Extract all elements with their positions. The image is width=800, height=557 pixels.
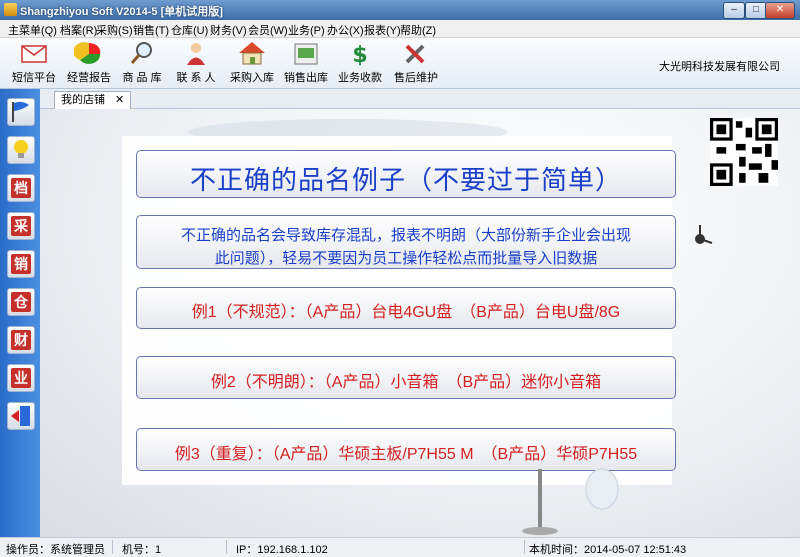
menu-finance[interactable]: 财务(V) bbox=[210, 22, 247, 38]
menu-office[interactable]: 办公(X) bbox=[327, 22, 364, 38]
toolbar-label: 经营报告 bbox=[67, 72, 111, 84]
status-divider bbox=[226, 540, 227, 554]
dollar-icon: $ bbox=[352, 43, 367, 67]
cash-icon bbox=[294, 43, 318, 65]
menu-main[interactable]: 主菜单(Q) bbox=[8, 22, 57, 38]
close-button[interactable]: ✕ bbox=[765, 2, 795, 19]
toolbar: 短信平台 经营报告 商 品 库 联 系 人 采购入库 销售出库 $ 业务收款 售… bbox=[0, 38, 800, 89]
toolbar-products-button[interactable]: 商 品 库 bbox=[114, 40, 170, 85]
status-bar: 操作员：系统管理员 机号：1 IP：192.168.1.102 本机时间：201… bbox=[0, 537, 800, 557]
qr-code-image bbox=[710, 118, 778, 186]
window-title: Shangzhiyou Soft V2014-5 [单机试用版] bbox=[20, 6, 223, 18]
example-2-text: 例2（不明朗）：（A产品）小音箱 （B产品）迷你小音箱 bbox=[210, 374, 602, 391]
sidebar-item-archive[interactable]: 档 bbox=[7, 174, 35, 202]
sidebar-item-business[interactable]: 业 bbox=[7, 364, 35, 392]
menu-member[interactable]: 会员(W) bbox=[248, 22, 288, 38]
status-divider bbox=[112, 540, 113, 554]
toolbar-collection-button[interactable]: $ 业务收款 bbox=[332, 40, 388, 85]
status-operator: 操作员：系统管理员 bbox=[6, 544, 105, 556]
toolbar-purchase-in-button[interactable]: 采购入库 bbox=[224, 40, 280, 85]
toolbar-service-button[interactable]: 售后维护 bbox=[388, 40, 444, 85]
minimize-button[interactable]: – bbox=[723, 2, 745, 19]
title-bar: Shangzhiyou Soft V2014-5 [单机试用版] – □ ✕ bbox=[0, 0, 800, 20]
tools-icon bbox=[405, 44, 425, 64]
example-box-2: 例2（不明朗）：（A产品）小音箱 （B产品）迷你小音箱 bbox=[136, 356, 676, 399]
sales-seal-icon: 销 bbox=[11, 254, 31, 274]
note-box: 不正确的品名会导致库存混乱，报表不明朗（大部份新手企业会出现 此问题），轻易不要… bbox=[136, 215, 676, 269]
page-title: 不正确的品名例子（不要过于简单） bbox=[189, 165, 622, 195]
sidebar-item-finance[interactable]: 财 bbox=[7, 326, 35, 354]
maximize-button[interactable]: □ bbox=[745, 2, 767, 19]
svg-text:$: $ bbox=[352, 43, 367, 67]
flag-icon bbox=[12, 101, 29, 122]
toolbar-label: 短信平台 bbox=[12, 72, 56, 84]
toolbar-label: 商 品 库 bbox=[122, 72, 162, 84]
finance-seal-icon: 财 bbox=[11, 330, 31, 350]
toolbar-sales-out-button[interactable]: 销售出库 bbox=[278, 40, 334, 85]
toolbar-label: 售后维护 bbox=[394, 72, 438, 84]
example-box-1: 例1（不规范）：（A产品）台电4GU盘 （B产品）台电U盘/8G bbox=[136, 287, 676, 329]
purchase-seal-icon: 采 bbox=[11, 216, 31, 236]
tab-close-icon[interactable]: ✕ bbox=[115, 94, 124, 106]
note-line-1: 不正确的品名会导致库存混乱，报表不明朗（大部份新手企业会出现 bbox=[180, 227, 631, 244]
toolbar-label: 业务收款 bbox=[338, 72, 382, 84]
menu-warehouse[interactable]: 仓库(U) bbox=[171, 22, 208, 38]
sidebar-item-sales[interactable]: 销 bbox=[7, 250, 35, 278]
house-icon bbox=[239, 42, 265, 65]
tab-label: 我的店铺 bbox=[61, 94, 105, 106]
status-time: 本机时间：2014-05-07 12:51:43 bbox=[529, 544, 687, 556]
sidebar: 档 采 销 仓 财 业 bbox=[0, 89, 40, 537]
note-line-2: 此问题），轻易不要因为员工操作轻松点而批量导入旧数据 bbox=[214, 250, 598, 267]
toolbar-report-button[interactable]: 经营报告 bbox=[61, 40, 117, 85]
menu-archive[interactable]: 档案(R) bbox=[60, 22, 97, 38]
business-seal-icon: 业 bbox=[11, 368, 31, 388]
warehouse-seal-icon: 仓 bbox=[11, 292, 31, 312]
menu-business[interactable]: 业务(P) bbox=[288, 22, 325, 38]
wall-clock-decoration bbox=[695, 225, 713, 244]
exit-door-icon bbox=[11, 406, 30, 426]
menu-sales[interactable]: 销售(T) bbox=[133, 22, 169, 38]
menu-report[interactable]: 报表(Y) bbox=[364, 22, 401, 38]
status-divider bbox=[524, 540, 525, 554]
archive-seal-icon: 档 bbox=[11, 178, 31, 198]
menu-help[interactable]: 帮助(Z) bbox=[400, 22, 436, 38]
app-icon bbox=[4, 3, 17, 16]
envelope-icon bbox=[21, 45, 47, 63]
tab-strip: 我的店铺 ✕ bbox=[40, 89, 800, 109]
lightbulb-icon bbox=[14, 140, 28, 158]
status-ip: IP：192.168.1.102 bbox=[236, 544, 328, 556]
sidebar-item-flag[interactable] bbox=[7, 98, 35, 126]
tab-my-store[interactable]: 我的店铺 ✕ bbox=[54, 91, 132, 109]
sidebar-item-idea[interactable] bbox=[7, 136, 35, 164]
pie-chart-icon bbox=[74, 42, 101, 64]
status-machine: 机号：1 bbox=[122, 544, 162, 556]
main-area: 我的店铺 ✕ 不正确的品名例子（不要过于简单） 不正确的品名会导致库存混乱，报表不… bbox=[40, 89, 800, 537]
menu-purchase[interactable]: 采购(S) bbox=[96, 22, 133, 38]
toolbar-label: 采购入库 bbox=[230, 72, 274, 84]
toolbar-label: 联 系 人 bbox=[176, 72, 216, 84]
sidebar-item-exit[interactable] bbox=[7, 402, 35, 430]
toolbar-label: 销售出库 bbox=[284, 72, 328, 84]
sidebar-item-warehouse[interactable]: 仓 bbox=[7, 288, 35, 316]
company-name: 大光明科技发展有限公司 bbox=[659, 61, 780, 73]
chair-decoration bbox=[522, 468, 619, 535]
magnifier-icon bbox=[130, 42, 152, 64]
toolbar-sms-button[interactable]: 短信平台 bbox=[6, 40, 62, 85]
title-box: 不正确的品名例子（不要过于简单） bbox=[136, 150, 676, 198]
menu-bar: 主菜单(Q) 档案(R) 采购(S) 销售(T) 仓库(U) 财务(V) 会员(… bbox=[0, 20, 800, 38]
sidebar-item-purchase[interactable]: 采 bbox=[7, 212, 35, 240]
person-icon bbox=[187, 43, 205, 65]
example-1-text: 例1（不规范）：（A产品）台电4GU盘 （B产品）台电U盘/8G bbox=[191, 304, 621, 321]
toolbar-contacts-button[interactable]: 联 系 人 bbox=[168, 40, 224, 85]
